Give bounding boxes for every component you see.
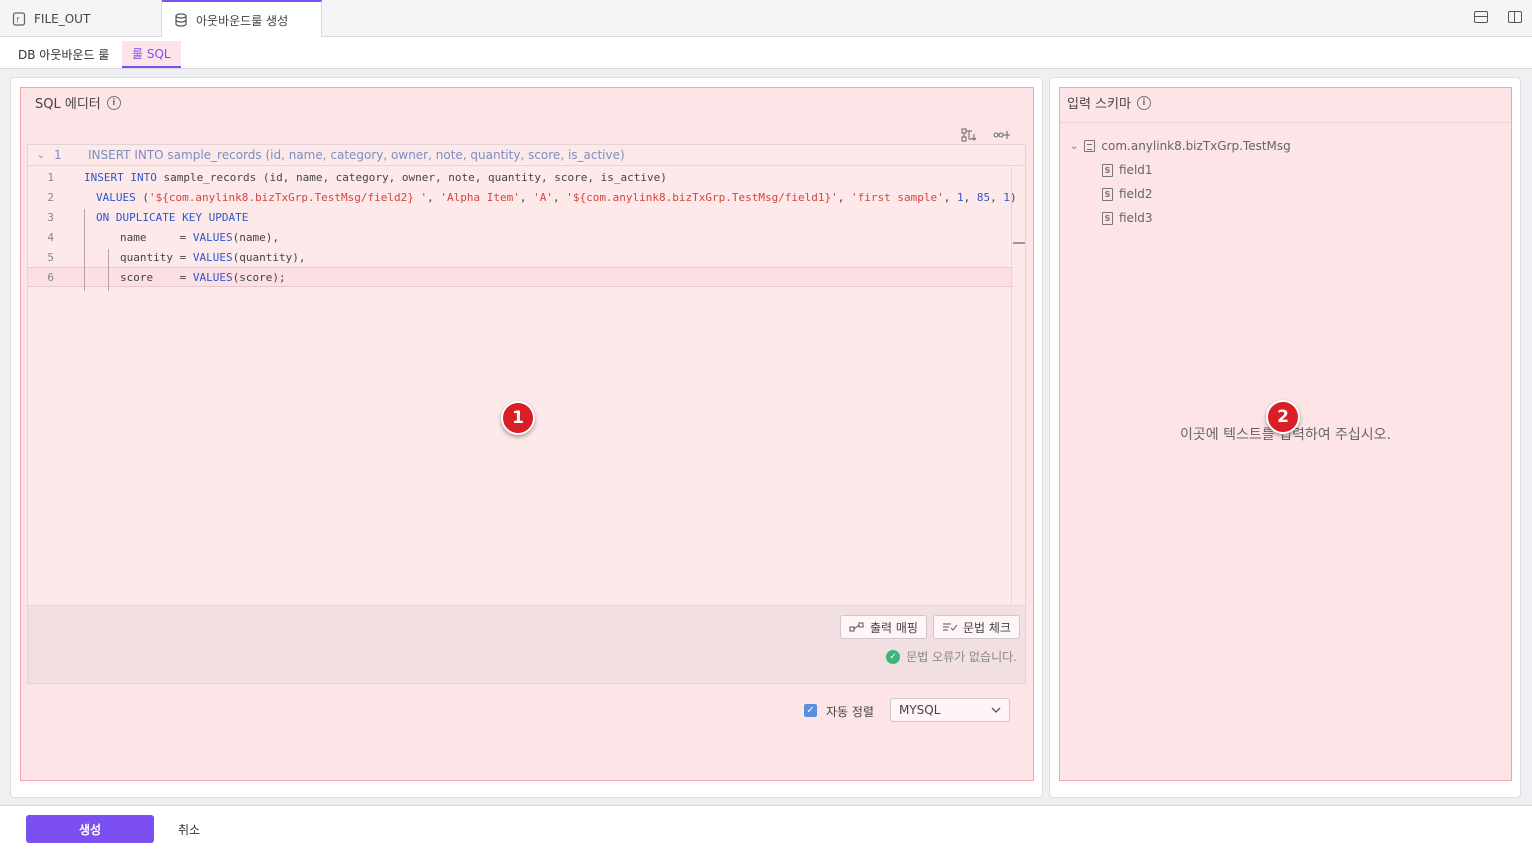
tree-root-node[interactable]: ⌄ com.anylink8.bizTxGrp.TestMsg — [1070, 134, 1291, 158]
syntax-check-icon — [943, 623, 958, 631]
string-field-icon: S — [1102, 163, 1113, 177]
action-bar: 생성 취소 — [0, 805, 1532, 849]
cancel-button[interactable]: 취소 — [170, 815, 208, 843]
indent-guide — [108, 249, 109, 291]
syntax-check-button[interactable]: 문법 체크 — [933, 615, 1020, 639]
indent-guide — [84, 209, 85, 291]
string-field-icon: S — [1102, 211, 1113, 225]
code-line: 2 VALUES ('${com.anylink8.bizTxGrp.TestM… — [28, 187, 1016, 207]
chevron-down-icon[interactable]: ⌄ — [28, 150, 54, 161]
code-text: INSERT INTO sample_records (id, name, ca… — [84, 170, 667, 184]
code-text: quantity = VALUES(quantity), — [120, 250, 306, 264]
line-number: 6 — [47, 270, 54, 284]
button-label: 출력 매핑 — [870, 620, 918, 635]
output-mapping-button[interactable]: 출력 매핑 — [840, 615, 927, 639]
tree-node-label: com.anylink8.bizTxGrp.TestMsg — [1101, 139, 1291, 153]
panel-title: SQL 에디터 — [35, 97, 101, 112]
sub-tab-bar: DB 아웃바운드 룰 룰 SQL — [0, 37, 1532, 69]
input-schema-card: 입력 스키마 i ⌄ com.anylink8.bizTxGrp.TestMsg… — [1049, 77, 1521, 798]
info-icon[interactable]: i — [106, 95, 121, 110]
split-vertical-icon[interactable] — [1508, 11, 1522, 23]
folded-statement-header[interactable]: ⌄ 1 INSERT INTO sample_records (id, name… — [28, 145, 1025, 166]
layout-buttons — [1474, 11, 1522, 23]
code-line: 1 INSERT INTO sample_records (id, name, … — [28, 167, 1013, 187]
code-text: score = VALUES(score); — [120, 270, 286, 284]
code-lines: 1 INSERT INTO sample_records (id, name, … — [28, 167, 1017, 291]
schema-tree: ⌄ com.anylink8.bizTxGrp.TestMsg S field1… — [1070, 134, 1291, 230]
line-number: 3 — [47, 210, 54, 224]
button-label: 문법 체크 — [963, 620, 1011, 635]
check-circle-icon: ✓ — [886, 649, 901, 664]
divider — [1060, 122, 1511, 123]
code-line-active: 6 score = VALUES(score); — [28, 267, 1013, 287]
code-line: 3 ON DUPLICATE KEY UPDATE — [28, 207, 1013, 227]
panel-title: 입력 스키마 — [1067, 97, 1131, 112]
svg-text:f: f — [17, 16, 20, 24]
editor-footer: 출력 매핑 문법 체크 ✓ 문법 오류가 없습니다. — [28, 605, 1025, 683]
split-horizontal-icon[interactable] — [1474, 11, 1488, 23]
file-icon: f — [12, 11, 26, 26]
info-icon[interactable]: i — [1136, 95, 1151, 110]
code-line: 4 name = VALUES(name), — [28, 227, 1013, 247]
status-text: 문법 오류가 없습니다. — [906, 650, 1017, 664]
tab-outbound-rule-create[interactable]: 아웃바운드룰 생성 — [162, 0, 322, 38]
line-number: 4 — [47, 230, 54, 244]
sql-editor-card: SQL 에디터 i ⌄ 1 INSERT INTO sample_records… — [10, 77, 1043, 798]
main-content: SQL 에디터 i ⌄ 1 INSERT INTO sample_records… — [0, 69, 1532, 805]
tree-node-label: field3 — [1119, 211, 1153, 225]
folded-statement-text: INSERT INTO sample_records (id, name, ca… — [88, 148, 625, 162]
tree-field-node[interactable]: S field2 — [1070, 182, 1291, 206]
line-number: 1 — [47, 170, 54, 184]
create-button[interactable]: 생성 — [26, 815, 154, 843]
string-field-icon: S — [1102, 187, 1113, 201]
auto-format-checkbox[interactable]: ✓ — [804, 704, 817, 717]
line-number: 5 — [47, 250, 54, 264]
subtab-db-outbound-rule[interactable]: DB 아웃바운드 룰 — [8, 41, 119, 68]
sql-dialect-select[interactable]: MYSQL — [890, 698, 1010, 722]
syntax-status: ✓ 문법 오류가 없습니다. — [886, 648, 1017, 665]
message-icon — [1084, 140, 1096, 152]
chevron-down-icon[interactable]: ⌄ — [1070, 141, 1078, 152]
code-text: name = VALUES(name), — [120, 230, 279, 244]
subtab-rule-sql[interactable]: 룰 SQL — [122, 41, 181, 68]
document-tab-bar: f FILE_OUT 아웃바운드룰 생성 — [0, 0, 1532, 38]
database-icon — [175, 13, 187, 27]
tab-label: FILE_OUT — [34, 11, 91, 26]
annotation-marker-1: 1 — [501, 401, 535, 435]
line-number: 2 — [47, 190, 54, 204]
mapping-add-icon[interactable] — [993, 128, 1011, 140]
annotation-marker-2: 2 — [1266, 400, 1300, 434]
select-value: MYSQL — [899, 703, 941, 717]
sql-editor-highlight: SQL 에디터 i ⌄ 1 INSERT INTO sample_records… — [20, 87, 1034, 781]
line-number: 1 — [54, 148, 62, 162]
editor-toolbar — [961, 128, 1011, 142]
editor-options: ✓ 자동 정렬 MYSQL — [21, 698, 1035, 724]
tree-node-label: field1 — [1119, 163, 1153, 177]
tree-field-node[interactable]: S field3 — [1070, 206, 1291, 230]
editor-scrollbar[interactable] — [1011, 167, 1025, 605]
mapping-icon — [849, 622, 864, 632]
sql-editor-title: SQL 에디터 i — [35, 93, 121, 112]
code-text: ON DUPLICATE KEY UPDATE — [96, 210, 249, 224]
code-line: 5 quantity = VALUES(quantity), — [28, 247, 1013, 267]
format-tree-icon[interactable] — [961, 128, 977, 142]
code-text: VALUES ('${com.anylink8.bizTxGrp.TestMsg… — [96, 190, 1017, 204]
auto-format-label: 자동 정렬 — [826, 705, 874, 719]
tree-field-node[interactable]: S field1 — [1070, 158, 1291, 182]
tab-label: 아웃바운드룰 생성 — [196, 13, 289, 28]
input-schema-title: 입력 스키마 i — [1067, 93, 1151, 112]
tree-node-label: field2 — [1119, 187, 1153, 201]
chevron-down-icon — [991, 707, 1001, 713]
tab-file-out[interactable]: f FILE_OUT — [0, 0, 162, 37]
input-schema-highlight: 입력 스키마 i ⌄ com.anylink8.bizTxGrp.TestMsg… — [1059, 87, 1512, 781]
